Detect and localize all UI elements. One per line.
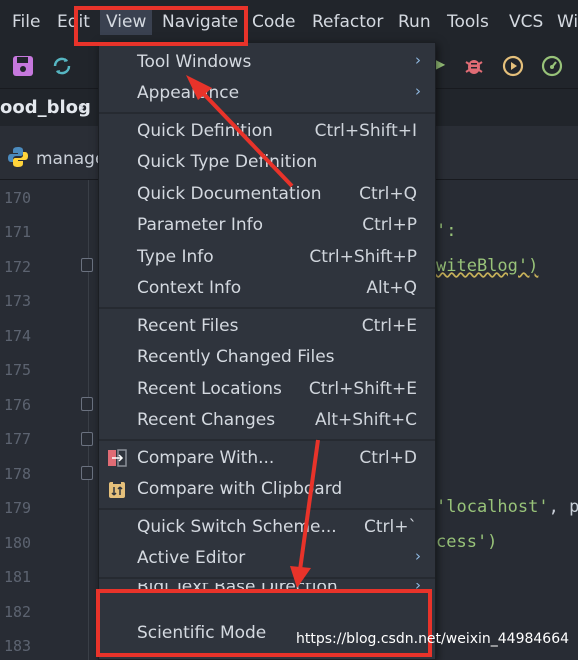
menu-window[interactable]: Wi	[557, 12, 578, 32]
run-coverage-icon[interactable]	[501, 54, 525, 78]
line-number: 170	[4, 189, 32, 207]
fold-marker-icon[interactable]	[81, 258, 93, 272]
menu-item-compare-with[interactable]: Compare With... Ctrl+D	[99, 443, 435, 474]
profile-icon[interactable]	[540, 54, 564, 78]
code-line-171: ':	[436, 221, 457, 241]
menu-item-shortcut: Ctrl+Shift+E	[308, 379, 417, 399]
line-number: 177	[4, 430, 32, 448]
menu-item-quick-documentation[interactable]: Quick Documentation Ctrl+Q	[99, 179, 435, 210]
menu-separator	[99, 577, 435, 579]
view-menu-dropdown: Tool Windows › Appearance › Quick Defini…	[98, 42, 436, 660]
menu-item-shortcut: Ctrl+Shift+P	[309, 247, 417, 267]
line-number: 180	[4, 534, 32, 552]
menu-item-compare-with-clipboard[interactable]: Compare with Clipboard	[99, 474, 435, 505]
compare-icon	[108, 449, 127, 467]
submenu-arrow-icon: ›	[415, 547, 421, 565]
menu-item-label: Quick Documentation	[137, 184, 322, 204]
menu-run[interactable]: Run	[398, 12, 431, 32]
menu-item-label: Recently Changed Files	[137, 347, 335, 367]
menu-item-label: Type Info	[137, 247, 214, 267]
indent-guide	[88, 180, 89, 660]
menu-item-parameter-info[interactable]: Parameter Info Ctrl+P	[99, 210, 435, 241]
line-number: 179	[4, 499, 32, 517]
menu-item-label: Quick Type Definition	[137, 152, 318, 172]
submenu-arrow-icon: ›	[415, 51, 421, 69]
menu-item-recently-changed-files[interactable]: Recently Changed Files	[99, 342, 435, 373]
menu-tools[interactable]: Tools	[447, 12, 489, 32]
menu-item-shortcut: Ctrl+Q	[359, 184, 417, 204]
line-number: 181	[4, 568, 32, 586]
menu-item-recent-changes[interactable]: Recent Changes Alt+Shift+C	[99, 405, 435, 436]
line-number: 183	[4, 637, 32, 655]
menu-item-label: Appearance	[137, 83, 240, 103]
clipboard-compare-icon	[109, 480, 125, 498]
submenu-arrow-icon: ›	[415, 82, 421, 100]
menu-item-shortcut: Ctrl+P	[362, 215, 417, 235]
menu-item-shortcut: Alt+Shift+C	[314, 410, 417, 430]
menu-item-recent-files[interactable]: Recent Files Ctrl+E	[99, 311, 435, 342]
tab-manage[interactable]: manage	[36, 149, 105, 169]
highlight-view-navigate-box	[74, 6, 248, 46]
sync-icon[interactable]	[50, 54, 74, 78]
menu-item-shortcut: Ctrl+`	[364, 517, 417, 537]
menu-item-type-info[interactable]: Type Info Ctrl+Shift+P	[99, 242, 435, 273]
watermark-text: https://blog.csdn.net/weixin_44984664	[296, 631, 570, 647]
line-number: 171	[4, 223, 32, 241]
menu-item-label: Parameter Info	[137, 215, 264, 235]
menu-item-label: Compare With...	[137, 448, 275, 468]
fold-marker-icon[interactable]	[81, 397, 93, 411]
menu-item-label: Recent Locations	[137, 379, 282, 399]
python-file-icon	[8, 147, 28, 167]
menu-item-shortcut: Ctrl+E	[361, 316, 417, 336]
save-icon[interactable]	[11, 54, 35, 78]
menu-refactor[interactable]: Refactor	[312, 12, 383, 32]
menu-separator	[99, 112, 435, 114]
code-line-180: cess')	[436, 532, 498, 552]
code-line-172: witeBlog')	[436, 256, 539, 276]
line-number: 176	[4, 396, 32, 414]
menu-item-label: Recent Files	[137, 316, 239, 336]
line-number: 173	[4, 292, 32, 310]
code-rest: , p	[548, 497, 578, 517]
menu-item-recent-locations[interactable]: Recent Locations Ctrl+Shift+E	[99, 374, 435, 405]
code-string: 'localhost'	[436, 497, 549, 517]
menu-item-shortcut: Ctrl+D	[359, 448, 417, 468]
chevron-right-icon: ›	[78, 97, 86, 118]
menu-separator	[99, 307, 435, 309]
menu-item-label: Compare with Clipboard	[137, 479, 343, 499]
menu-item-appearance[interactable]: Appearance ›	[99, 78, 435, 109]
menu-item-quick-switch-scheme[interactable]: Quick Switch Scheme... Ctrl+`	[99, 512, 435, 543]
menu-item-label: Quick Definition	[137, 121, 273, 141]
menu-file[interactable]: File	[12, 12, 40, 32]
menu-item-shortcut: Ctrl+Shift+I	[314, 121, 417, 141]
menu-separator	[99, 508, 435, 510]
menu-item-label: Quick Switch Scheme...	[137, 517, 337, 537]
line-number: 182	[4, 603, 32, 621]
line-number: 178	[4, 465, 32, 483]
menu-item-label: Context Info	[137, 278, 242, 298]
menu-item-shortcut: Alt+Q	[366, 278, 417, 298]
menu-item-quick-definition[interactable]: Quick Definition Ctrl+Shift+I	[99, 116, 435, 147]
menu-separator	[99, 439, 435, 441]
menu-item-label: Recent Changes	[137, 410, 276, 430]
menu-vcs[interactable]: VCS	[509, 12, 543, 32]
menu-item-quick-type-definition[interactable]: Quick Type Definition	[99, 147, 435, 178]
menu-item-label: Tool Windows	[137, 52, 252, 72]
debug-bug-icon[interactable]	[462, 54, 486, 78]
run-small-icon[interactable]: ▶	[436, 57, 445, 71]
fold-marker-icon[interactable]	[81, 432, 93, 446]
menu-item-tool-windows[interactable]: Tool Windows ›	[99, 47, 435, 78]
line-number: 172	[4, 258, 32, 276]
code-line-179: 'localhost', p	[436, 497, 578, 517]
menu-code[interactable]: Code	[252, 12, 296, 32]
menu-item-context-info[interactable]: Context Info Alt+Q	[99, 273, 435, 304]
fold-marker-icon[interactable]	[81, 466, 93, 480]
menu-item-label: Active Editor	[137, 548, 246, 568]
menu-item-active-editor[interactable]: Active Editor ›	[99, 543, 435, 574]
line-number: 174	[4, 327, 32, 345]
line-number: 175	[4, 361, 32, 379]
